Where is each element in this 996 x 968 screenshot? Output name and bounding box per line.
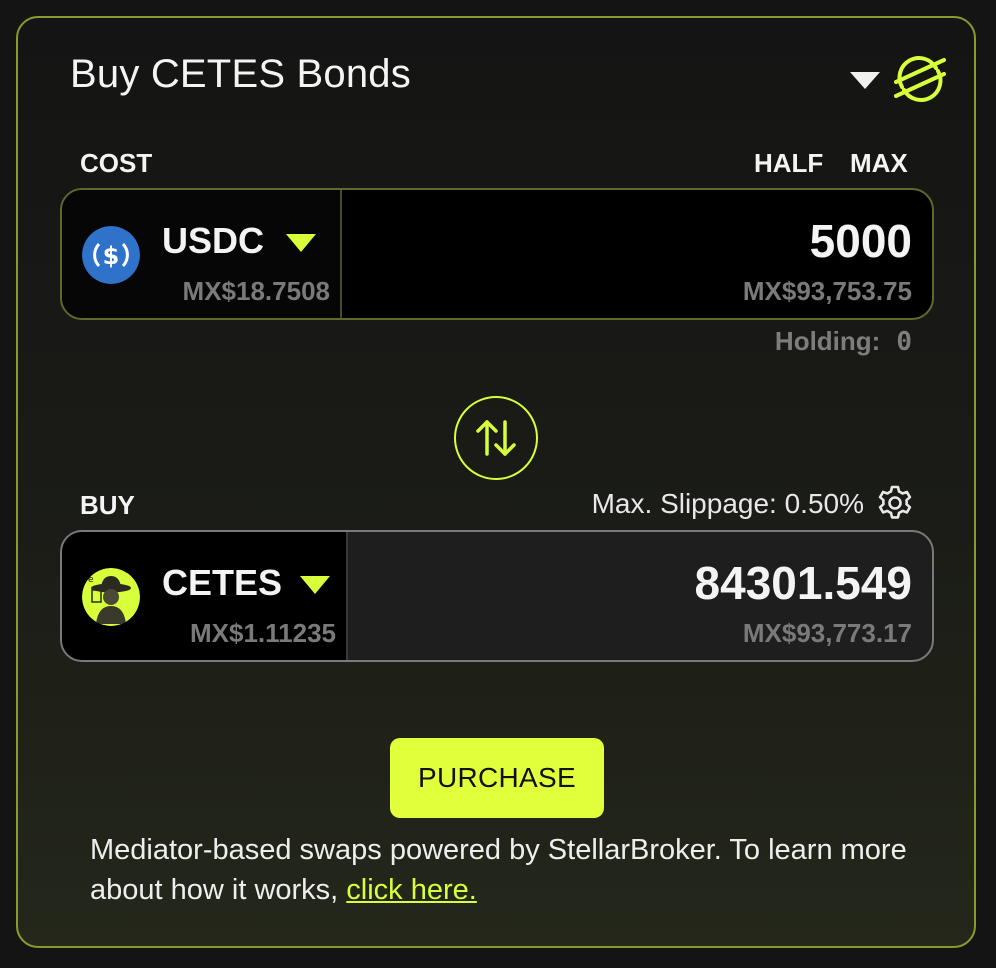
stellar-icon[interactable] — [892, 54, 948, 104]
cost-label: COST — [80, 148, 153, 178]
cost-token-symbol: USDC — [162, 220, 265, 261]
caret-down-icon — [286, 234, 316, 252]
holding-balance: Holding: 0 — [775, 326, 912, 357]
buy-label: BUY — [80, 490, 135, 520]
swap-card: Buy CETES Bonds COST HALF MAX $ USDC MX$… — [16, 16, 976, 948]
buy-token-price: MX$1.11235 — [189, 618, 336, 648]
cost-token-box: $ USDC MX$18.7508 MX$93,753.75 — [60, 188, 934, 320]
cost-token-price: MX$18.7508 — [182, 276, 330, 306]
gear-icon[interactable] — [876, 484, 914, 522]
usdc-icon: $ — [82, 226, 140, 284]
buy-amount-output[interactable] — [412, 556, 912, 610]
holding-value: 0 — [896, 327, 912, 357]
footer-text: Mediator-based swaps powered by StellarB… — [90, 834, 907, 906]
cost-amount-input[interactable] — [412, 214, 912, 268]
purchase-button[interactable]: PURCHASE — [390, 738, 604, 818]
swap-direction-button[interactable] — [454, 396, 538, 480]
half-button[interactable]: HALF — [754, 148, 823, 179]
buy-token-box: e CETES MX$1.11235 MX$93,773.17 — [60, 530, 934, 662]
cost-token-select[interactable]: $ USDC MX$18.7508 — [62, 190, 342, 318]
cetes-icon: e — [82, 568, 140, 626]
svg-text:$: $ — [103, 242, 120, 270]
buy-token-select[interactable]: e CETES MX$1.11235 — [62, 532, 348, 660]
learn-more-link[interactable]: click here. — [346, 874, 477, 906]
footer-note: Mediator-based swaps powered by StellarB… — [90, 830, 910, 910]
caret-down-icon — [300, 576, 330, 594]
holding-label: Holding: — [774, 326, 881, 356]
cost-amount-fiat: MX$93,753.75 — [742, 276, 912, 306]
max-slippage: Max. Slippage: 0.50% — [591, 488, 864, 519]
buy-amount-fiat: MX$93,773.17 — [742, 618, 912, 648]
page-title: Buy CETES Bonds — [70, 52, 411, 96]
svg-text:e: e — [88, 575, 94, 585]
buy-token-symbol: CETES — [162, 562, 283, 603]
max-button[interactable]: MAX — [850, 148, 908, 179]
caret-down-icon[interactable] — [850, 72, 880, 89]
swap-arrows-icon — [476, 420, 516, 456]
